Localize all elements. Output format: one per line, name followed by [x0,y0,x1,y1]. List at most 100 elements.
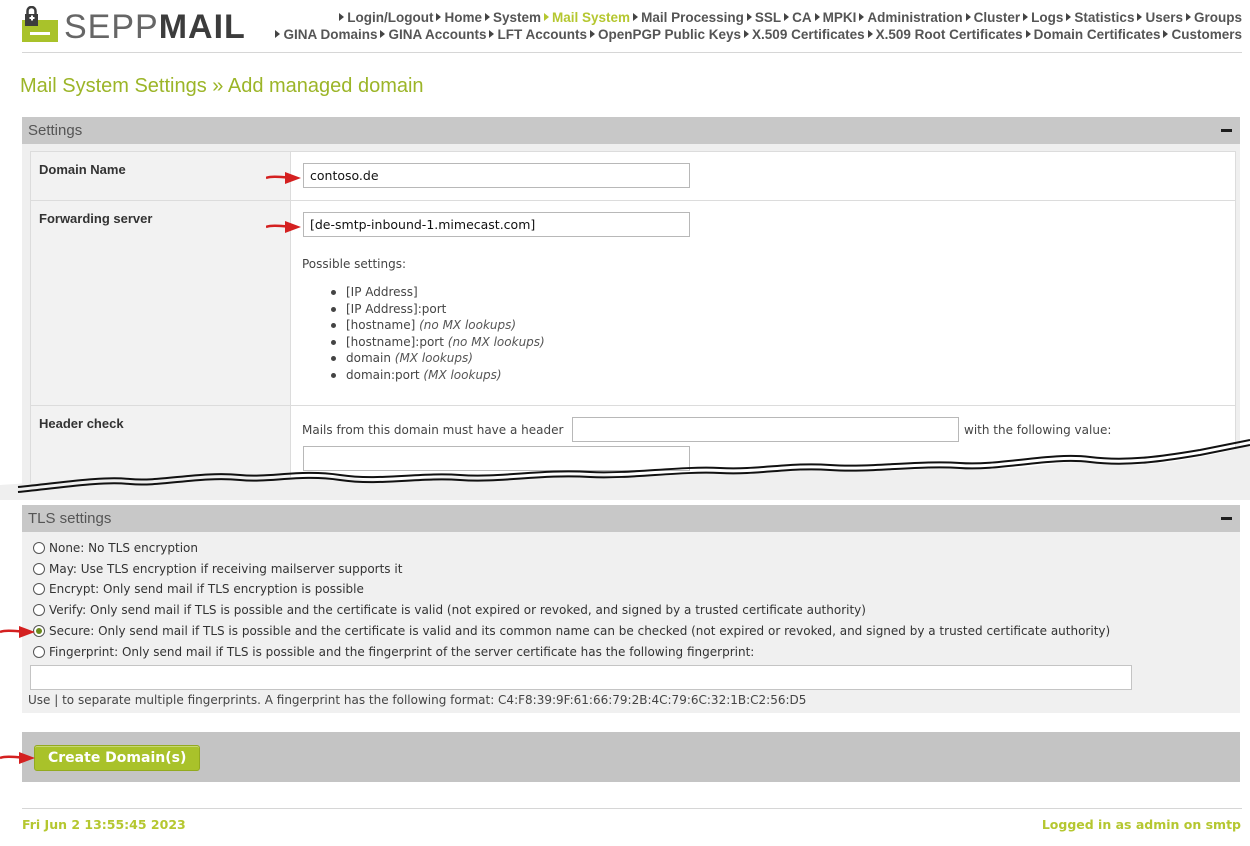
tls-panel-header[interactable]: TLS settings [22,505,1240,532]
nav-item-customers[interactable]: Customers [1163,27,1242,42]
nav-item-label: Cluster [973,10,1021,25]
radio-button[interactable] [33,646,45,658]
minus-icon[interactable] [1221,129,1232,132]
caret-right-icon [859,13,865,21]
nav-item-label: Administration [867,10,963,25]
tls-option-fingerprint[interactable]: Fingerprint: Only send mail if TLS is po… [33,645,754,663]
radio-button[interactable] [33,604,45,616]
radio-button[interactable] [33,542,45,554]
tls-option-secure[interactable]: Secure: Only send mail if TLS is possibl… [33,624,1110,642]
nav-item-groups[interactable]: Groups [1185,10,1242,25]
domain-name-label: Domain Name [31,152,291,200]
caret-right-icon [339,13,345,21]
minus-icon[interactable] [1221,517,1232,520]
nav-item-domain-certificates[interactable]: Domain Certificates [1025,27,1160,42]
nav-item-label: Statistics [1074,10,1135,25]
create-domain-button[interactable]: Create Domain(s) [34,745,201,771]
nav-item-logs[interactable]: Logs [1023,10,1063,25]
nav-item-label: Login/Logout [347,10,434,25]
caret-right-icon [589,30,595,38]
radio-button[interactable] [33,563,45,575]
nav-item-cluster[interactable]: Cluster [965,10,1021,25]
list-item: [hostname]:port (no MX lookups) [330,334,545,351]
radio-label: May: Use TLS encryption if receiving mai… [49,562,403,576]
nav-item-label: X.509 Certificates [752,27,865,42]
caret-right-icon [1066,13,1072,21]
radio-label: Encrypt: Only send mail if TLS encryptio… [49,582,364,596]
logo-wordmark: SEPPMAIL [64,8,246,46]
caret-right-icon [746,13,752,21]
option-note: (no MX lookups) [419,318,517,332]
caret-right-icon [1185,13,1191,21]
nav-item-ssl[interactable]: SSL [746,10,781,25]
radio-label: None: No TLS encryption [49,541,198,555]
nav-item-mail-system[interactable]: Mail System [544,10,630,25]
tls-option-may[interactable]: May: Use TLS encryption if receiving mai… [33,562,402,580]
nav-item-administration[interactable]: Administration [859,10,963,25]
possible-settings-list: [IP Address] [IP Address]:port [hostname] … [330,284,545,383]
radio-label: Verify: Only send mail if TLS is possibl… [49,603,866,617]
possible-settings-hint: Possible settings: [302,257,407,271]
caret-right-icon [867,30,873,38]
caret-right-icon [744,30,750,38]
caret-right-icon [1025,30,1031,38]
radio-label: Fingerprint: Only send mail if TLS is po… [49,645,755,659]
caret-right-icon [784,13,790,21]
nav-item-x-509-certificates[interactable]: X.509 Certificates [744,27,865,42]
page-title: Mail System Settings » Add managed domai… [20,75,424,97]
red-arrow-icon [266,172,301,184]
main-nav-row-1: Login/Logout Home System Mail System Mail Pr… [336,10,1242,25]
forwarding-server-input[interactable]: [de-smtp-inbound-1.mimecast.com] [303,212,690,237]
caret-right-icon [544,13,550,21]
red-arrow-icon [0,626,35,638]
nav-item-label: Logs [1031,10,1064,25]
server-datetime: Fri Jun 2 13:55:45 2023 [22,817,186,832]
list-item: domain (MX lookups) [330,350,545,367]
list-item: [IP Address]:port [330,301,545,318]
tls-option-encrypt[interactable]: Encrypt: Only send mail if TLS encryptio… [33,582,364,600]
nav-item-gina-accounts[interactable]: GINA Accounts [380,27,486,42]
caret-right-icon [485,13,490,21]
option-text: [IP Address]:port [346,301,447,316]
fingerprint-help-text: Use | to separate multiple fingerprints.… [28,693,807,707]
nav-item-statistics[interactable]: Statistics [1066,10,1134,25]
nav-item-users[interactable]: Users [1137,10,1183,25]
list-item: [IP Address] [330,284,545,301]
option-text: [IP Address] [346,285,418,299]
tls-option-verify[interactable]: Verify: Only send mail if TLS is possibl… [33,603,866,621]
action-bar: Create Domain(s) [22,732,1240,782]
nav-item-label: Mail System [552,10,631,25]
nav-item-gina-domains[interactable]: GINA Domains [275,27,377,42]
nav-item-label: X.509 Root Certificates [875,27,1023,42]
forwarding-server-row: Forwarding server [de-smtp-inbound-1.mim… [31,201,1235,406]
settings-panel-header[interactable]: Settings [22,117,1240,144]
header-divider [22,52,1242,53]
nav-item-home[interactable]: Home [436,10,482,25]
nav-item-label: MPKI [822,10,857,25]
nav-item-system[interactable]: System [485,10,541,25]
nav-item-lft-accounts[interactable]: LFT Accounts [489,27,587,42]
option-text: domain:port [346,367,424,382]
nav-item-label: Groups [1193,10,1242,25]
list-item: [hostname] (no MX lookups) [330,317,545,334]
torn-edge-divider [0,439,1250,500]
nav-item-x-509-root-certificates[interactable]: X.509 Root Certificates [867,27,1023,42]
caret-right-icon [1163,30,1169,38]
option-note: (MX lookups) [423,367,502,382]
option-text: [hostname]:port [346,334,448,349]
tls-panel-title: TLS settings [28,510,112,527]
red-arrow-icon [0,752,35,764]
main-nav-row-2: GINA Domains GINA Accounts LFT Accounts Ope… [272,27,1242,42]
domain-name-input[interactable]: contoso.de [303,163,690,188]
nav-item-mpki[interactable]: MPKI [814,10,857,25]
radio-button[interactable] [33,583,45,595]
domain-name-row: Domain Name contoso.de [31,152,1235,201]
fingerprint-input[interactable] [30,665,1132,690]
nav-item-openpgp-public-keys[interactable]: OpenPGP Public Keys [589,27,742,42]
nav-item-login-logout[interactable]: Login/Logout [339,10,433,25]
nav-item-ca[interactable]: CA [784,10,812,25]
tls-option-none[interactable]: None: No TLS encryption [33,541,198,559]
caret-right-icon [380,30,386,38]
nav-item-mail-processing[interactable]: Mail Processing [633,10,744,25]
nav-item-label: OpenPGP Public Keys [597,27,742,42]
